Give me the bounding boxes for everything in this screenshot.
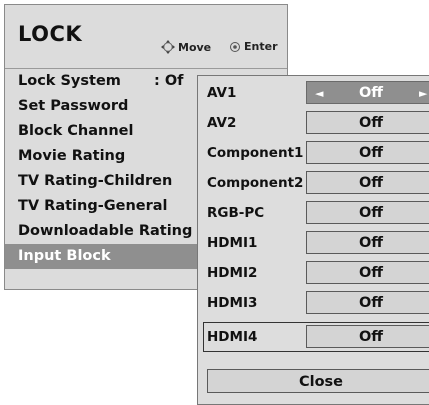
input-value[interactable]: Off	[306, 111, 429, 134]
menu-item-label: TV Rating-General	[18, 198, 168, 214]
input-row-av2[interactable]: AV2 Off	[198, 108, 429, 138]
menu-item-label: Input Block	[18, 248, 111, 264]
input-row-hdmi2[interactable]: HDMI2 Off	[198, 258, 429, 288]
enter-hint: Enter	[229, 40, 278, 53]
menu-item-label: Set Password	[18, 98, 129, 114]
input-row-component2[interactable]: Component2 Off	[198, 168, 429, 198]
input-row-hdmi1[interactable]: HDMI1 Off	[198, 228, 429, 258]
input-label: HDMI4	[207, 329, 258, 345]
input-value[interactable]: Off	[306, 325, 429, 348]
four-way-arrow-icon	[161, 40, 175, 54]
input-value[interactable]: Off	[306, 201, 429, 224]
input-row-hdmi4[interactable]: HDMI4 Off	[203, 322, 429, 352]
input-row-rgb-pc[interactable]: RGB-PC Off	[198, 198, 429, 228]
move-hint-label: Move	[178, 41, 212, 54]
input-value: Off	[358, 85, 384, 101]
input-label: RGB-PC	[207, 205, 265, 221]
menu-item-label: Downloadable Rating	[18, 223, 193, 239]
input-value[interactable]: Off	[306, 291, 429, 314]
enter-circle-icon	[230, 42, 240, 52]
page-title: LOCK	[18, 22, 83, 46]
input-value[interactable]: Off	[306, 231, 429, 254]
input-block-popup: AV1 ◄ Off ► AV2 Off Component1 Off Compo…	[197, 75, 429, 405]
input-value[interactable]: Off	[306, 171, 429, 194]
input-value[interactable]: Off	[306, 261, 429, 284]
menu-header: LOCK Move Enter	[5, 5, 287, 69]
menu-item-label: TV Rating-Children	[18, 173, 173, 189]
arrow-left-icon[interactable]: ◄	[315, 82, 323, 105]
input-row-hdmi3[interactable]: HDMI3 Off	[198, 288, 429, 318]
menu-item-label: Movie Rating	[18, 148, 126, 164]
menu-item-label: Block Channel	[18, 123, 134, 139]
input-label: Component1	[207, 145, 304, 161]
input-label: AV1	[207, 85, 237, 101]
input-label: AV2	[207, 115, 237, 131]
input-row-av1[interactable]: AV1 ◄ Off ►	[198, 78, 429, 108]
arrow-right-icon[interactable]: ►	[419, 82, 427, 105]
input-label: Component2	[207, 175, 304, 191]
close-button[interactable]: Close	[207, 369, 429, 393]
input-label: HDMI3	[207, 295, 258, 311]
input-value-selector[interactable]: ◄ Off ►	[306, 81, 429, 104]
input-row-component1[interactable]: Component1 Off	[198, 138, 429, 168]
input-label: HDMI2	[207, 265, 258, 281]
lock-system-value: : Of	[154, 73, 184, 89]
enter-hint-label: Enter	[244, 40, 278, 53]
menu-item-label: Lock System	[18, 73, 121, 89]
input-label: HDMI1	[207, 235, 258, 251]
move-hint: Move	[161, 40, 211, 54]
input-value[interactable]: Off	[306, 141, 429, 164]
